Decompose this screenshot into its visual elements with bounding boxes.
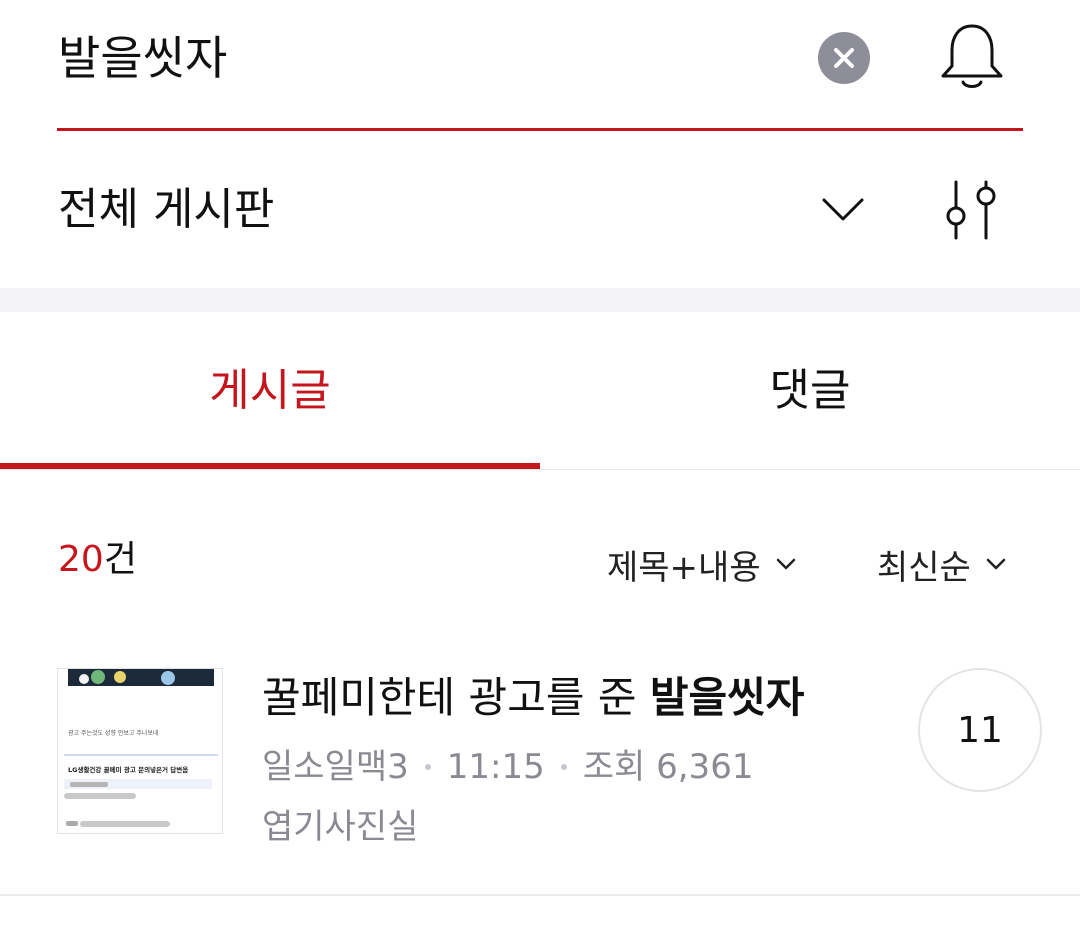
board-dropdown-button[interactable] — [818, 192, 868, 228]
post-title-highlight: 발을씻자 — [649, 673, 805, 722]
post-time: 11:15 — [446, 747, 545, 787]
result-count-number: 20 — [58, 539, 104, 580]
result-count-suffix: 건 — [103, 539, 137, 580]
close-icon — [834, 48, 854, 68]
search-underline — [57, 128, 1023, 131]
meta-separator — [424, 764, 431, 770]
bell-icon — [941, 24, 1003, 88]
board-selector[interactable]: 전체 게시판 — [0, 150, 1080, 280]
sort-order-dropdown[interactable]: 최신순 — [877, 540, 1007, 588]
thumbnail-caption: 광고 주는것도 성향 안보고 주나보네 — [68, 729, 158, 737]
result-tabs: 게시글 댓글 — [0, 312, 1080, 470]
search-scope-dropdown[interactable]: 제목+내용 — [607, 540, 797, 588]
post-title[interactable]: 꿀페미한테 광고를 준 발을씻자 — [262, 670, 804, 726]
thumbnail-headline: LG생활건강 꿀페미 광고 문의넣은거 답변옴 — [68, 765, 188, 774]
section-divider — [0, 288, 1080, 312]
post-board-name: 엽기사진실 — [262, 807, 419, 847]
tab-comments[interactable]: 댓글 — [540, 312, 1080, 470]
chevron-down-icon — [776, 558, 795, 570]
search-scope-label: 제목+내용 — [607, 547, 761, 588]
clear-search-button[interactable] — [818, 32, 870, 84]
post-title-text: 꿀페미한테 광고를 준 — [262, 673, 650, 722]
active-tab-indicator — [0, 463, 540, 469]
post-meta: 일소일맥3 11:15 조회 6,361 — [262, 744, 753, 790]
filter-button[interactable] — [938, 178, 1004, 244]
chevron-down-icon — [822, 198, 864, 221]
post-list-item[interactable]: 광고 주는것도 성향 안보고 주나보네 LG생활건강 꿀페미 광고 문의넣은거 … — [0, 640, 1080, 896]
search-bar: 발을씻자 — [0, 0, 1080, 130]
post-views: 조회 6,361 — [582, 747, 754, 787]
slider-filter-icon — [946, 180, 996, 240]
notifications-button[interactable] — [936, 20, 1008, 94]
sort-order-label: 최신순 — [877, 547, 971, 588]
search-input[interactable]: 발을씻자 — [58, 28, 227, 88]
tab-posts[interactable]: 게시글 — [0, 312, 540, 470]
meta-separator — [560, 764, 567, 770]
post-author: 일소일맥3 — [262, 747, 409, 787]
comment-count-badge[interactable]: 11 — [918, 668, 1042, 792]
thumbnail-image: 광고 주는것도 성향 안보고 주나보네 LG생활건강 꿀페미 광고 문의넣은거 … — [58, 669, 222, 833]
board-selector-label: 전체 게시판 — [58, 184, 275, 235]
result-count: 20건 — [58, 536, 137, 584]
post-thumbnail[interactable]: 광고 주는것도 성향 안보고 주나보네 LG생활건강 꿀페미 광고 문의넣은거 … — [57, 668, 223, 834]
chevron-down-icon — [986, 558, 1006, 570]
